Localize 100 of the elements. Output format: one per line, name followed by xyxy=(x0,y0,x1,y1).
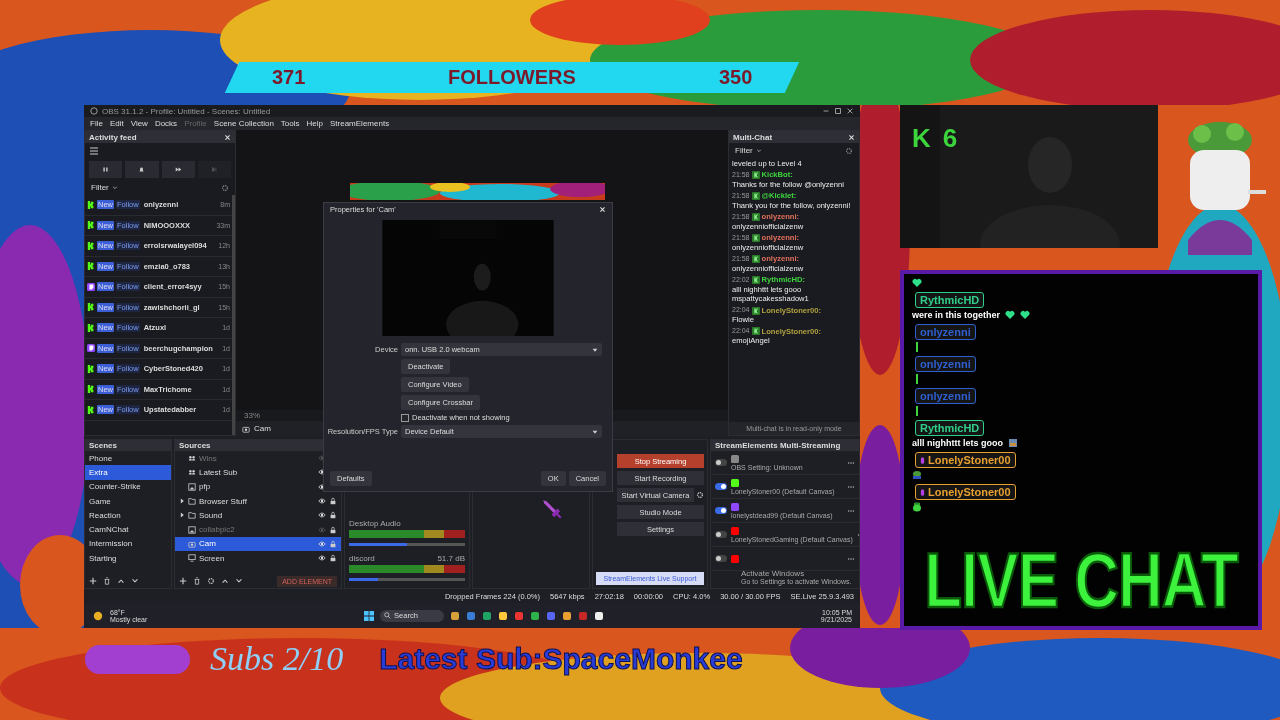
channel-name: discord xyxy=(349,554,375,563)
activation-notice: Activate Windows xyxy=(741,569,806,578)
settings-icon[interactable] xyxy=(221,183,229,192)
menu-item[interactable]: StreamElements xyxy=(330,119,390,128)
pause-button[interactable] xyxy=(89,161,123,178)
source-item[interactable]: pfp xyxy=(199,482,315,492)
window-title: OBS 31.1.2 - Profile: Untitled - Scenes: Untitled xyxy=(102,106,271,116)
lock-icon[interactable] xyxy=(329,497,337,506)
eye-icon[interactable] xyxy=(318,497,326,506)
chevron-icon[interactable] xyxy=(111,184,118,191)
source-item[interactable]: Screen xyxy=(199,553,315,563)
menu-item[interactable]: Edit xyxy=(109,119,124,128)
source-item[interactable]: collabpic2 xyxy=(199,525,315,535)
app-icon[interactable] xyxy=(498,610,509,621)
scene-item[interactable]: Game xyxy=(85,493,171,509)
platform-icon xyxy=(751,171,760,180)
close-icon[interactable] xyxy=(846,107,854,115)
search-icon xyxy=(384,612,392,619)
skip-button[interactable] xyxy=(161,161,195,178)
lock-icon[interactable] xyxy=(329,525,337,534)
filter-dropdown[interactable]: Filter xyxy=(735,146,753,155)
volume-slider[interactable] xyxy=(349,543,465,546)
camera-icon xyxy=(242,424,250,433)
dropdown-arrow-icon xyxy=(592,428,598,435)
up-icon[interactable] xyxy=(221,577,229,585)
delete-icon[interactable] xyxy=(193,577,201,585)
pause-icon xyxy=(102,166,110,173)
scene-item[interactable]: Starting xyxy=(85,551,171,566)
up-icon[interactable] xyxy=(117,577,125,585)
scene-item[interactable]: CamNChat xyxy=(85,522,171,537)
start-icon[interactable] xyxy=(364,610,375,621)
close-icon[interactable] xyxy=(599,206,606,213)
volume-slider[interactable] xyxy=(349,578,465,581)
scene-item[interactable]: Reaction xyxy=(85,508,171,523)
platform-icon xyxy=(751,276,760,285)
platform-icon xyxy=(751,192,760,201)
toggle-switch[interactable] xyxy=(715,459,727,466)
zoom-level: 33% xyxy=(244,411,260,420)
menu-item[interactable]: View xyxy=(130,119,148,128)
eye-icon[interactable] xyxy=(318,554,326,563)
toggle-switch[interactable] xyxy=(715,531,727,538)
app-icon[interactable] xyxy=(450,610,461,621)
dock-title: Multi-Chat xyxy=(733,132,773,142)
bell-icon xyxy=(138,166,146,173)
down-icon[interactable] xyxy=(131,577,139,585)
menu-item[interactable]: Tools xyxy=(280,119,300,128)
filter-dropdown[interactable]: Filter xyxy=(91,183,109,192)
platform-icon xyxy=(751,234,760,243)
lock-icon[interactable] xyxy=(329,554,337,563)
settings-icon[interactable] xyxy=(696,491,704,499)
add-icon[interactable] xyxy=(179,577,187,585)
dropdown-arrow-icon xyxy=(592,346,598,353)
sword-cursor-icon xyxy=(541,498,563,520)
menu-item[interactable]: Help xyxy=(306,119,323,128)
source-item[interactable]: Browser Stuff xyxy=(199,496,315,506)
menu-icon[interactable] xyxy=(89,146,99,156)
source-item[interactable]: Sound xyxy=(199,510,315,520)
scene-item[interactable]: Intermission xyxy=(85,536,171,552)
scene-item[interactable]: Phone xyxy=(85,451,171,466)
app-icon[interactable] xyxy=(562,610,573,621)
settings-icon[interactable] xyxy=(845,146,853,155)
eye-icon[interactable] xyxy=(318,482,326,491)
eye-icon[interactable] xyxy=(318,511,326,520)
menu-item[interactable]: File xyxy=(90,119,103,128)
dock-title: Scenes xyxy=(85,440,171,451)
toggle-switch[interactable] xyxy=(715,507,727,514)
platform-icon xyxy=(751,255,760,264)
fast-forward-icon xyxy=(174,166,182,173)
app-icon[interactable] xyxy=(530,610,541,621)
gear-icon[interactable] xyxy=(207,577,215,585)
maximize-icon[interactable] xyxy=(834,107,842,115)
toggle-switch[interactable] xyxy=(715,483,727,490)
scene-item[interactable]: Counter-Strike xyxy=(85,479,171,494)
app-icon[interactable] xyxy=(594,610,605,621)
close-icon[interactable] xyxy=(848,133,855,141)
chevron-icon[interactable] xyxy=(755,147,762,154)
bell-button[interactable] xyxy=(125,161,159,178)
platform-icon xyxy=(751,213,760,222)
scene-item[interactable]: Extra xyxy=(85,465,171,480)
delete-icon[interactable] xyxy=(103,577,111,585)
expand-icon[interactable] xyxy=(179,498,185,505)
dock-title: StreamElements Multi-Streaming xyxy=(711,440,859,451)
expand-icon[interactable] xyxy=(179,512,185,519)
menu-item[interactable]: Docks xyxy=(154,119,178,128)
eye-icon[interactable] xyxy=(318,468,326,477)
minimize-icon[interactable] xyxy=(822,107,830,115)
down-icon[interactable] xyxy=(235,577,243,585)
source-item[interactable]: Wins xyxy=(199,453,315,463)
source-name: Cam xyxy=(254,424,271,433)
add-icon[interactable] xyxy=(89,577,97,585)
lock-icon[interactable] xyxy=(329,511,337,520)
close-icon[interactable] xyxy=(224,133,231,141)
weather-icon xyxy=(92,609,104,622)
platform-icon xyxy=(751,306,760,315)
dock-title: Activity feed xyxy=(89,132,137,142)
menu-item[interactable]: Scene Collection xyxy=(213,119,274,128)
toggle-switch[interactable] xyxy=(715,555,727,562)
channel-reading: 51.7 dB xyxy=(437,554,465,563)
source-item[interactable]: Latest Sub xyxy=(199,467,315,477)
skip-end-icon xyxy=(210,166,218,173)
